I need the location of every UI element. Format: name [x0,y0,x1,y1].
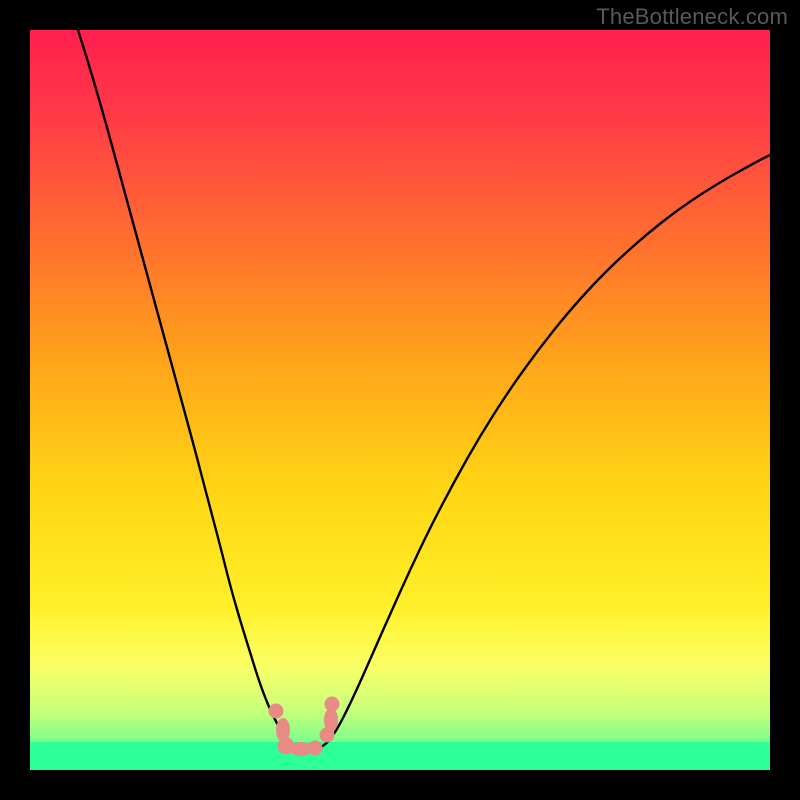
watermark-text: TheBottleneck.com [596,4,788,30]
marker-point [269,704,284,719]
marker-point [325,697,340,712]
chart-frame: TheBottleneck.com [0,0,800,800]
gradient-background [30,30,770,770]
marker-point [308,741,323,756]
green-band [30,742,770,770]
plot-area [30,30,770,770]
marker-point [324,708,338,732]
chart-svg [30,30,770,770]
